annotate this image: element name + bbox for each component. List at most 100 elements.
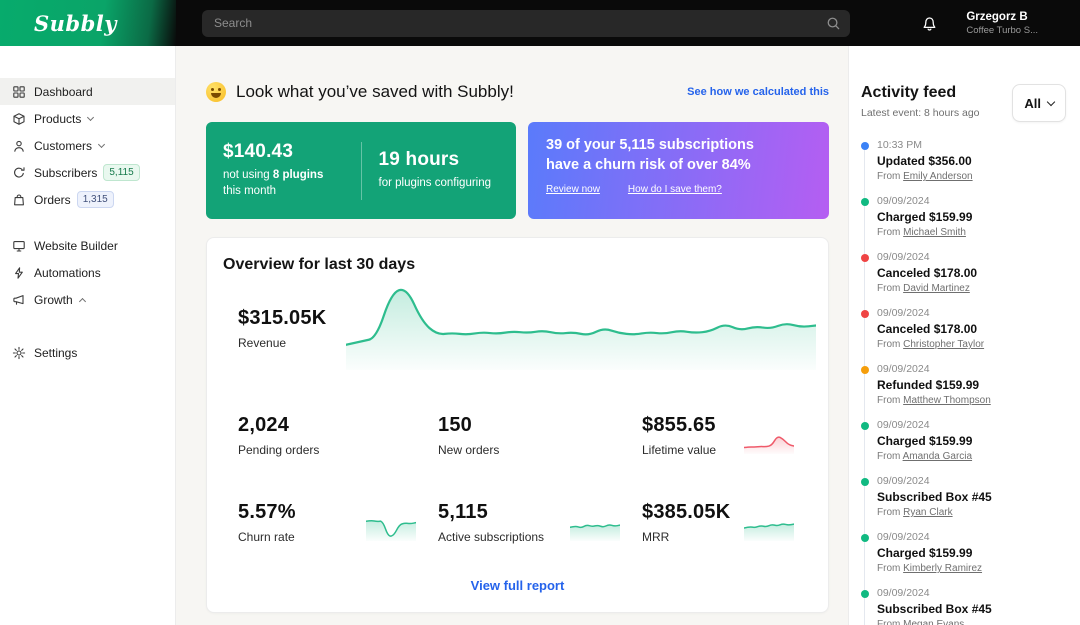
customer-link[interactable]: Christopher Taylor — [903, 339, 984, 350]
sidebar-item-subscribers[interactable]: Subscribers 5,115 — [0, 159, 175, 186]
customer-link[interactable]: Amanda Garcia — [903, 451, 972, 462]
search-bar — [202, 10, 850, 37]
how-do-i-save-them-link[interactable]: How do I save them? — [628, 184, 722, 195]
revenue-label: Revenue — [238, 336, 346, 350]
app-root: Subbly Grzegorz B Coffee Turbo S... Dash… — [0, 0, 1080, 625]
savings-amount-desc: not using 8 plugins this month — [223, 168, 341, 199]
revenue-stat: $315.05K Revenue — [238, 307, 346, 350]
activity-item: 10:33 PM Updated $356.00 From Emily Ande… — [877, 139, 1066, 182]
orders-bag-icon — [12, 193, 26, 207]
activity-item: 09/09/2024 Canceled $178.00 From David M… — [877, 251, 1066, 294]
customer-link[interactable]: Matthew Thompson — [903, 395, 991, 406]
sidebar-item-label: Automations — [34, 266, 101, 280]
overview-title: Overview for last 30 days — [207, 256, 828, 274]
stat-lifetime-value: $855.65 Lifetime value — [642, 414, 816, 457]
gear-icon — [12, 346, 26, 360]
chevron-down-icon — [1047, 97, 1055, 105]
stat-new-orders: 150 New orders — [438, 414, 642, 457]
sidebar-item-label: Subscribers — [34, 166, 97, 180]
mrr-sparkline — [744, 505, 794, 541]
customers-person-icon — [12, 139, 26, 153]
active-subscriptions-sparkline — [570, 505, 620, 541]
sidebar-item-label: Website Builder — [34, 239, 118, 253]
sidebar-item-label: Products — [34, 112, 81, 126]
status-dot — [861, 310, 869, 318]
status-dot — [861, 478, 869, 486]
sidebar-item-website-builder[interactable]: Website Builder — [0, 232, 175, 259]
user-name: Grzegorz B — [966, 11, 1038, 23]
chevron-up-icon — [79, 297, 86, 304]
orders-count-badge: 1,315 — [77, 191, 114, 208]
activity-item: 09/09/2024 Refunded $159.99 From Matthew… — [877, 363, 1066, 406]
status-dot — [861, 590, 869, 598]
customer-link[interactable]: Kimberly Ramirez — [903, 563, 982, 574]
user-menu[interactable]: Grzegorz B Coffee Turbo S... — [966, 11, 1038, 36]
sidebar-item-dashboard[interactable]: Dashboard — [0, 78, 175, 105]
stat-active-subscriptions: 5,115 Active subscriptions — [438, 501, 642, 544]
subscribers-renewal-icon — [12, 166, 26, 180]
megaphone-icon — [12, 293, 26, 307]
sidebar-item-label: Dashboard — [34, 85, 93, 99]
activity-feed-panel: Activity feed Latest event: 8 hours ago … — [848, 46, 1080, 625]
sidebar-item-orders[interactable]: Orders 1,315 — [0, 186, 175, 213]
status-dot — [861, 534, 869, 542]
activity-item: 09/09/2024 Canceled $178.00 From Christo… — [877, 307, 1066, 350]
savings-hours: 19 hours — [379, 149, 517, 171]
savings-cards-row: $140.43 not using 8 plugins this month 1… — [206, 122, 829, 219]
customer-link[interactable]: Megan Evans — [903, 619, 964, 625]
stat-churn-rate: 5.57% Churn rate — [238, 501, 438, 544]
sidebar-item-label: Growth — [34, 293, 73, 307]
sidebar-item-label: Orders — [34, 193, 71, 207]
topbar-right: Grzegorz B Coffee Turbo S... — [921, 11, 1080, 36]
sidebar-item-automations[interactable]: Automations — [0, 259, 175, 286]
revenue-row: $315.05K Revenue — [207, 284, 828, 372]
subscribers-count-badge: 5,115 — [103, 164, 139, 181]
churn-risk-text: 39 of your 5,115 subscriptions have a ch… — [546, 136, 811, 175]
stat-mrr: $385.05K MRR — [642, 501, 816, 544]
status-dot — [861, 422, 869, 430]
notifications-bell-icon[interactable] — [921, 15, 938, 32]
logo[interactable]: Subbly — [0, 0, 176, 46]
user-organization: Coffee Turbo S... — [966, 25, 1038, 36]
revenue-area-chart — [346, 286, 816, 370]
search-input[interactable] — [202, 10, 850, 37]
status-dot — [861, 142, 869, 150]
customer-link[interactable]: Michael Smith — [903, 227, 966, 238]
savings-amount-block: $140.43 not using 8 plugins this month — [206, 141, 361, 199]
sidebar-item-customers[interactable]: Customers — [0, 132, 175, 159]
view-full-report-link[interactable]: View full report — [207, 578, 828, 593]
products-box-icon — [12, 112, 26, 126]
plugin-savings-card: $140.43 not using 8 plugins this month 1… — [206, 122, 516, 219]
sidebar-item-label: Customers — [34, 139, 92, 153]
revenue-value: $315.05K — [238, 307, 346, 330]
overview-card: Overview for last 30 days $315.05K Reven… — [206, 237, 829, 613]
activity-header: Activity feed Latest event: 8 hours ago … — [861, 84, 1066, 119]
customer-link[interactable]: Ryan Clark — [903, 507, 952, 518]
lightning-icon — [12, 266, 26, 280]
logo-wordmark: Subbly — [34, 11, 117, 36]
activity-subtitle: Latest event: 8 hours ago — [861, 107, 1008, 119]
review-now-link[interactable]: Review now — [546, 184, 600, 195]
topbar: Subbly Grzegorz B Coffee Turbo S... — [0, 0, 1080, 46]
money-face-emoji — [206, 82, 226, 102]
customer-link[interactable]: David Martinez — [903, 283, 970, 294]
lifetime-value-sparkline — [744, 418, 794, 454]
savings-hours-block: 19 hours for plugins configuring — [362, 149, 517, 192]
sidebar-item-label: Settings — [34, 346, 77, 360]
sidebar-item-growth[interactable]: Growth — [0, 286, 175, 313]
sidebar-item-products[interactable]: Products — [0, 105, 175, 132]
churn-rate-sparkline — [366, 505, 416, 541]
activity-item: 09/09/2024 Subscribed Box #45 From Megan… — [877, 587, 1066, 625]
activity-title: Activity feed — [861, 84, 1008, 102]
dashboard-icon — [12, 85, 26, 99]
status-dot — [861, 366, 869, 374]
savings-title: Look what you’ve saved with Subbly! — [236, 82, 514, 102]
churn-risk-card: 39 of your 5,115 subscriptions have a ch… — [528, 122, 829, 219]
activity-filter-dropdown[interactable]: All — [1012, 84, 1066, 122]
activity-list: 10:33 PM Updated $356.00 From Emily Ande… — [861, 139, 1066, 625]
see-how-calculated-link[interactable]: See how we calculated this — [687, 86, 829, 98]
sidebar-item-settings[interactable]: Settings — [0, 339, 175, 366]
chevron-down-icon — [98, 140, 105, 147]
status-dot — [861, 198, 869, 206]
customer-link[interactable]: Emily Anderson — [903, 171, 972, 182]
